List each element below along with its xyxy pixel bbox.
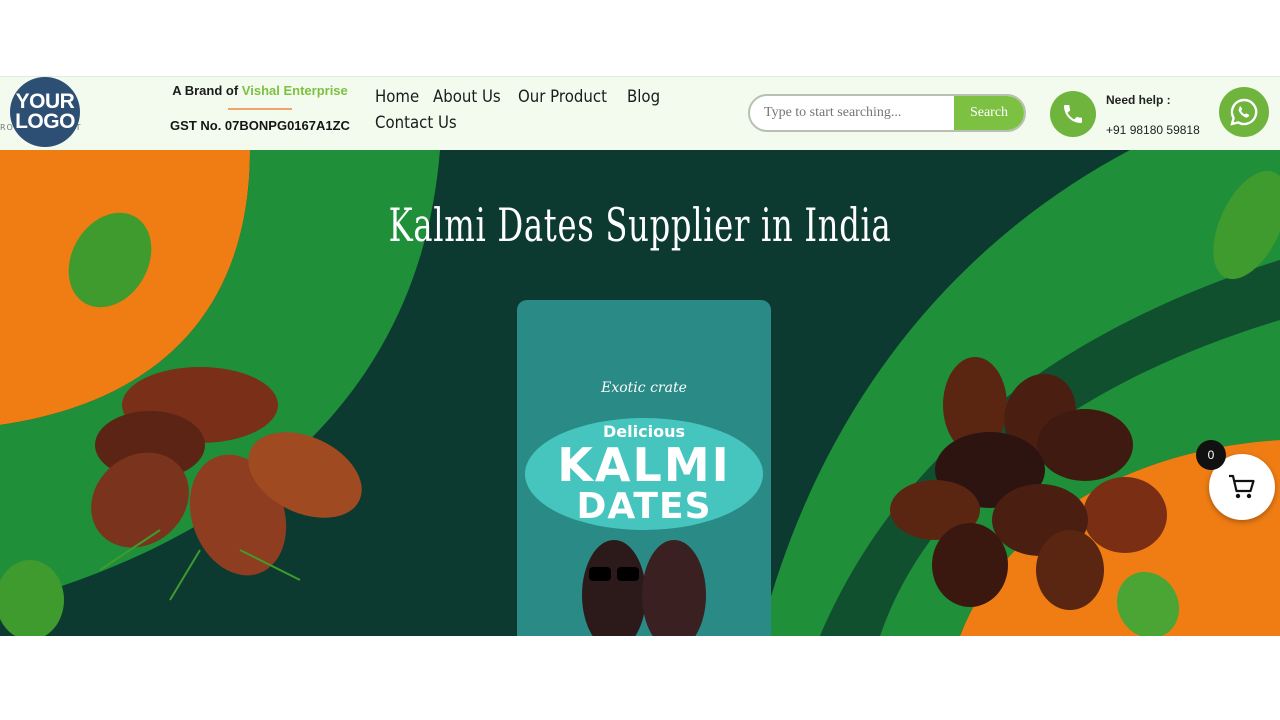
site-logo[interactable]: YOUR LOGO (10, 77, 80, 147)
pouch-dates-illustration (582, 540, 706, 636)
brand-prefix: A Brand of (172, 83, 242, 98)
nav-blog[interactable]: Blog (627, 87, 660, 107)
gst-number: GST No. 07BONPG0167A1ZC (170, 118, 350, 133)
page: ROYAL DRYFRUIT YOUR LOGO A Brand of Vish… (0, 0, 1280, 720)
brand-divider (228, 108, 292, 110)
logo-line-2: LOGO (15, 110, 75, 133)
cart-count-badge: 0 (1196, 440, 1226, 470)
nav-our-product[interactable]: Our Product (518, 87, 607, 107)
search-button[interactable]: Search (954, 96, 1024, 130)
whatsapp-button[interactable] (1219, 87, 1269, 137)
cart-icon (1229, 474, 1255, 499)
phone-icon (1064, 105, 1082, 123)
logo-line-1: YOUR (15, 90, 75, 113)
search-input[interactable] (750, 96, 954, 130)
help-title: Need help : (1106, 93, 1171, 107)
pouch-title-line1: KALMI (557, 438, 731, 492)
hero-banner: Kalmi Dates Supplier in India Exotic cra… (0, 150, 1280, 636)
hero-title: Kalmi Dates Supplier in India (388, 198, 892, 252)
nav-contact-us[interactable]: Contact Us (375, 113, 457, 133)
help-phone-number[interactable]: +91 98180 59818 (1106, 123, 1200, 137)
brand-info: A Brand of Vishal Enterprise GST No. 07B… (160, 83, 360, 133)
product-pouch[interactable]: Exotic crate Delicious KALMI DATES (517, 300, 771, 636)
nav-home[interactable]: Home (375, 87, 419, 107)
whatsapp-icon (1230, 98, 1258, 126)
brand-name: Vishal Enterprise (241, 83, 348, 98)
site-header: ROYAL DRYFRUIT YOUR LOGO A Brand of Vish… (0, 76, 1280, 150)
pouch-title-line2: DATES (576, 486, 712, 527)
pouch-brand: Exotic crate (601, 380, 687, 396)
phone-button[interactable] (1050, 91, 1096, 137)
search-bar: Search (748, 94, 1026, 132)
brand-line: A Brand of Vishal Enterprise (160, 83, 360, 98)
nav-about-us[interactable]: About Us (433, 87, 501, 107)
main-nav: Home About Us Our Product Blog Contact U… (375, 87, 695, 133)
